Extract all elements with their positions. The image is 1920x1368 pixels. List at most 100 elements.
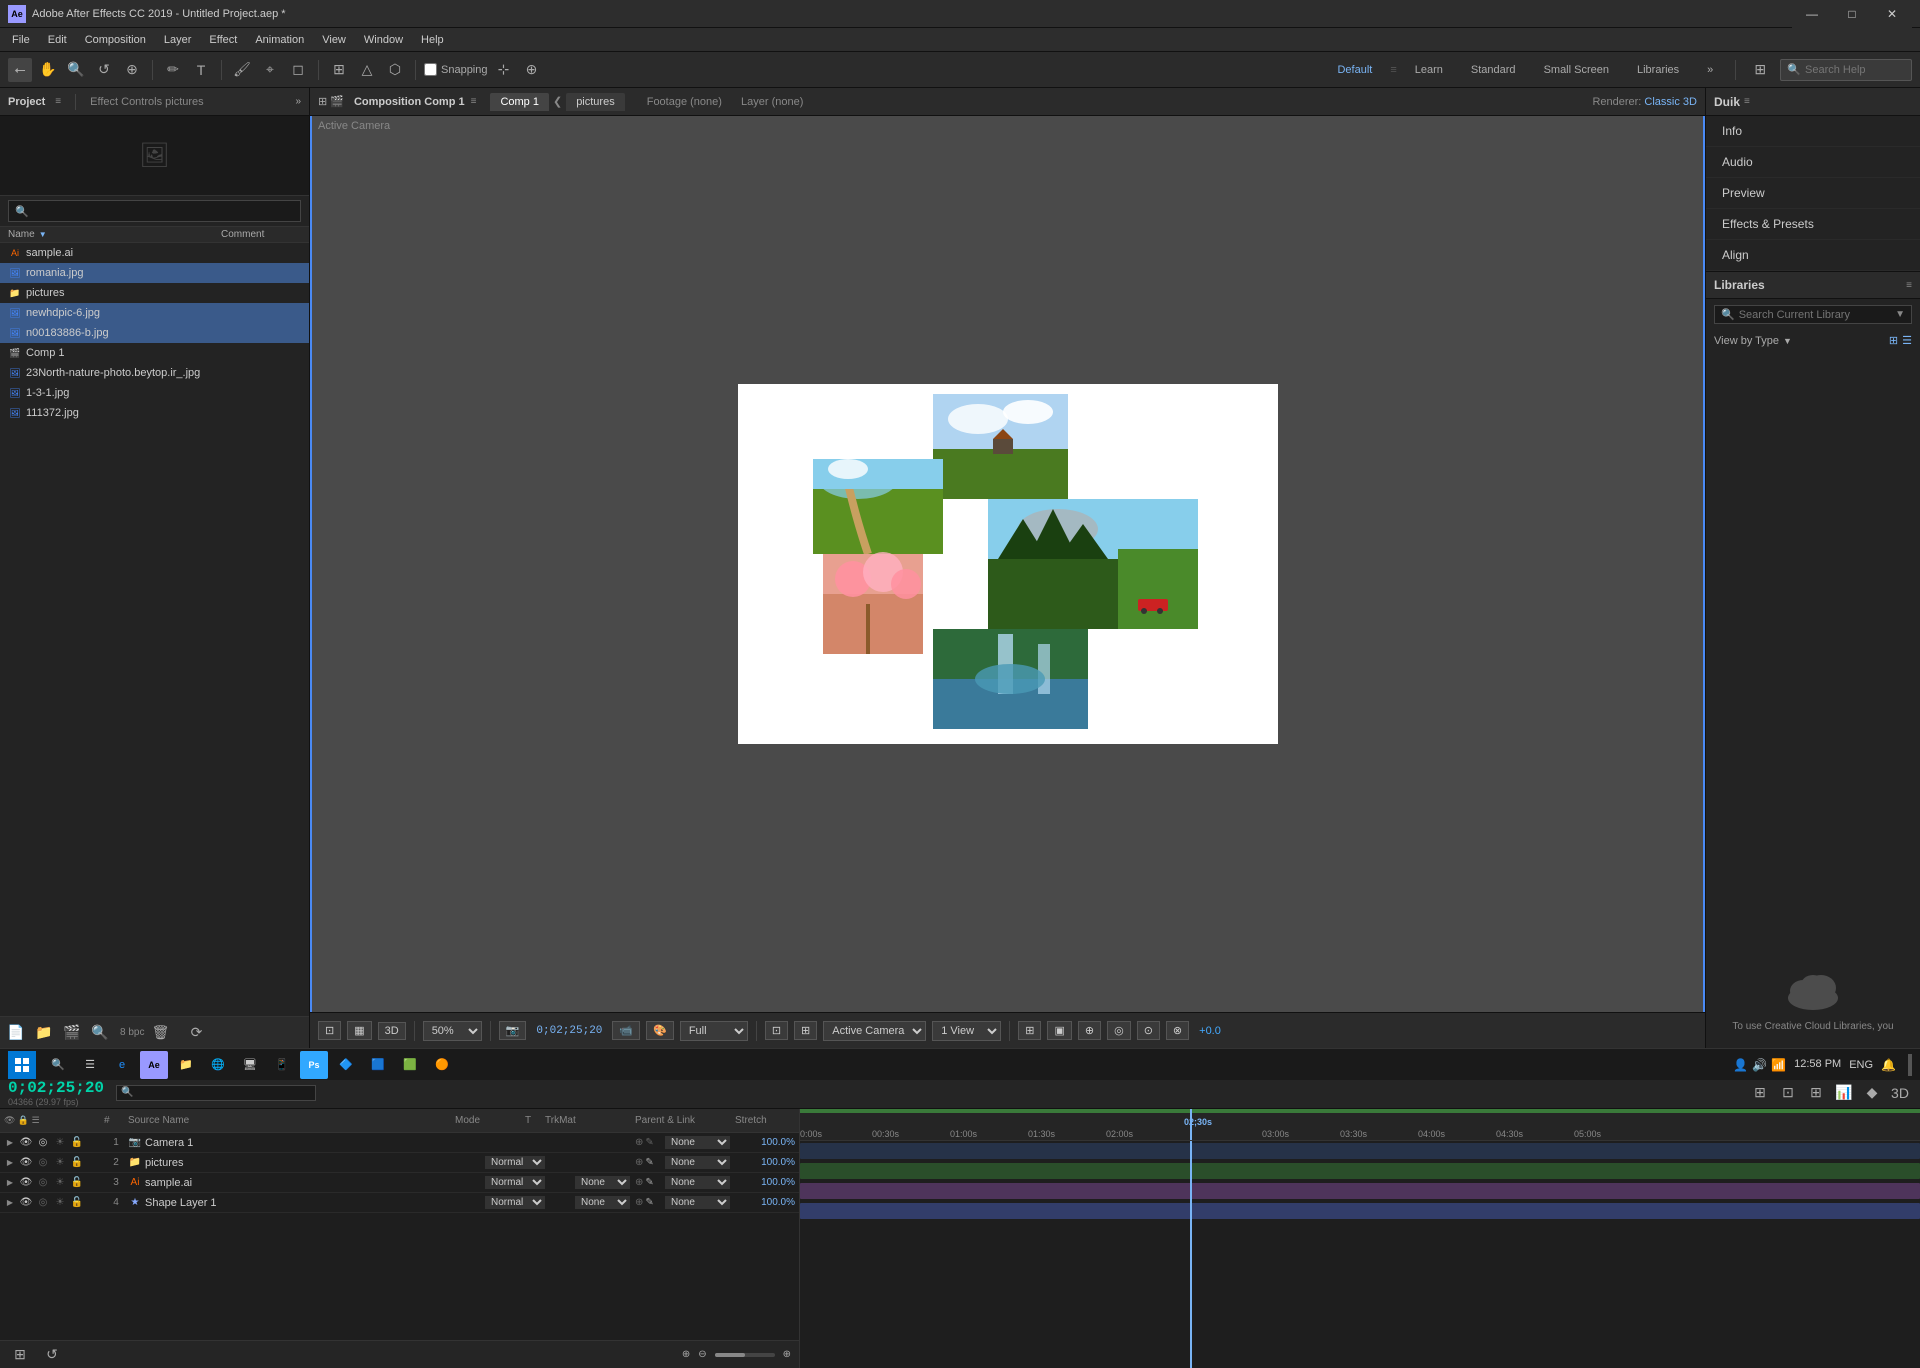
col-name-header[interactable]: Name ▼ xyxy=(8,229,221,240)
layer-3-expand[interactable]: ▶ xyxy=(4,1177,16,1189)
layer-3-edit-icon[interactable]: ✎ xyxy=(645,1177,653,1188)
layer-2-mode[interactable]: Normal xyxy=(485,1156,555,1169)
search-help-input[interactable] xyxy=(1805,64,1905,76)
clock-display[interactable]: 12:58 PM xyxy=(1794,1058,1841,1071)
library-search-input[interactable] xyxy=(1739,309,1891,321)
menu-view[interactable]: View xyxy=(314,32,354,48)
taskbar-chrome[interactable]: 🌐 xyxy=(204,1051,232,1079)
layer-row-4[interactable]: ▶ 👁 ◎ ☀ 🔓 4 ★ Shape Layer 1 Normal xyxy=(0,1193,799,1213)
menu-window[interactable]: Window xyxy=(356,32,411,48)
layer-4-mode[interactable]: Normal xyxy=(485,1196,555,1209)
library-search-dropdown[interactable]: ▼ xyxy=(1895,309,1905,320)
orbit-tool[interactable]: ⊕ xyxy=(120,58,144,82)
comp-tab-pictures[interactable]: pictures xyxy=(566,93,625,111)
file-item-sample-ai[interactable]: Ai sample.ai xyxy=(0,243,309,263)
layer-2-edit-icon[interactable]: ✎ xyxy=(645,1157,653,1168)
layer-3-link-icon[interactable]: ⊕ xyxy=(635,1177,643,1188)
file-item-131[interactable]: 🖼 1-3-1.jpg xyxy=(0,383,309,403)
workspace-libraries[interactable]: Libraries xyxy=(1627,61,1689,79)
tray-wifi[interactable]: 📶 xyxy=(1771,1058,1786,1072)
toggle-guides[interactable]: ⊕ xyxy=(520,58,544,82)
timeline-ruler[interactable]: 0:00s 00:30s 01:00s 01:30s 02:00s 02;30s… xyxy=(800,1109,1920,1141)
layer-3-vis[interactable]: 👁 xyxy=(19,1176,33,1190)
notifications[interactable]: 🔔 xyxy=(1881,1058,1896,1072)
minimize-button[interactable]: — xyxy=(1792,0,1832,28)
comp-f-btn[interactable]: ⊗ xyxy=(1166,1021,1189,1040)
layer-1-expand[interactable]: ▶ xyxy=(4,1137,16,1149)
timeline-loop-btn[interactable]: ↺ xyxy=(40,1343,64,1367)
menu-file[interactable]: File xyxy=(4,32,38,48)
comp-snapshot[interactable]: 📷 xyxy=(499,1021,527,1040)
taskbar-app11[interactable]: 🟠 xyxy=(428,1051,456,1079)
new-item-btn[interactable]: 📄 xyxy=(4,1021,28,1045)
layer-row-1[interactable]: ▶ 👁 ◎ ☀ 🔓 1 📷 Camera 1 ⊕ ✎ xyxy=(0,1133,799,1153)
markers-btn[interactable]: ◆ xyxy=(1860,1081,1884,1105)
brush-tool[interactable]: 🖌 xyxy=(230,58,254,82)
layer-3-trkmat[interactable]: None xyxy=(575,1176,635,1189)
workspace-more[interactable]: » xyxy=(1697,61,1723,79)
project-search-input[interactable] xyxy=(33,203,294,219)
file-item-23north[interactable]: 🖼 23North-nature-photo.beytop.ir_.jpg xyxy=(0,363,309,383)
solo-btn[interactable]: ⊞ xyxy=(1748,1081,1772,1105)
hand-tool[interactable]: ✋ xyxy=(36,58,60,82)
taskbar-ae[interactable]: Ae xyxy=(140,1051,168,1079)
panel-item-info[interactable]: Info xyxy=(1706,116,1920,147)
close-button[interactable]: ✕ xyxy=(1872,0,1912,28)
timeline-tracks-area[interactable] xyxy=(800,1141,1920,1368)
layer-2-vis[interactable]: 👁 xyxy=(19,1156,33,1170)
layer-4-expand[interactable]: ▶ xyxy=(4,1197,16,1209)
taskbar-app10[interactable]: 🟩 xyxy=(396,1051,424,1079)
comp-tab-comp1[interactable]: Comp 1 xyxy=(490,93,549,111)
layer-2-link-icon[interactable]: ⊕ xyxy=(635,1157,643,1168)
panel-item-effects-presets[interactable]: Effects & Presets xyxy=(1706,209,1920,240)
libraries-menu[interactable]: ≡ xyxy=(1906,280,1912,291)
comp-toggle-transparency[interactable]: ▦ xyxy=(347,1021,371,1040)
layer-4-parent[interactable]: None xyxy=(665,1196,735,1209)
workspace-default[interactable]: Default xyxy=(1327,61,1382,79)
layer-4-lock[interactable]: 🔓 xyxy=(70,1196,84,1210)
layer-1-solo[interactable]: ☀ xyxy=(53,1136,67,1150)
ruler-playhead[interactable] xyxy=(1190,1109,1192,1141)
proportional-grid[interactable]: ⊹ xyxy=(492,58,516,82)
comp-camera-btn[interactable]: 📹 xyxy=(612,1021,640,1040)
taskbar-explorer[interactable]: 📁 xyxy=(172,1051,200,1079)
layer-1-audio[interactable]: ◎ xyxy=(36,1136,50,1150)
comp-3d-view[interactable]: 3D xyxy=(378,1022,406,1040)
taskbar-app6[interactable]: 📱 xyxy=(268,1051,296,1079)
menu-layer[interactable]: Layer xyxy=(156,32,200,48)
taskbar-photoshop[interactable]: Ps xyxy=(300,1051,328,1079)
timeline-zoom-out[interactable]: ⊖ xyxy=(698,1349,706,1360)
layer-4-link-icon[interactable]: ⊕ xyxy=(635,1197,643,1208)
file-item-romania[interactable]: 🖼 romania.jpg xyxy=(0,263,309,283)
quality-select[interactable]: Full Half Quarter xyxy=(680,1021,748,1041)
draft-3d-btn[interactable]: 3D xyxy=(1888,1081,1912,1105)
work-area-bar[interactable] xyxy=(800,1109,1920,1113)
layer-4-trkmat[interactable]: None xyxy=(575,1196,635,1209)
layer-3-lock[interactable]: 🔓 xyxy=(70,1176,84,1190)
comp-c-btn[interactable]: ⊕ xyxy=(1078,1021,1101,1040)
new-folder-btn[interactable]: 📁 xyxy=(32,1021,56,1045)
interpret-footage-btn[interactable]: ⟳ xyxy=(184,1021,208,1045)
taskbar-ie[interactable]: e xyxy=(108,1051,136,1079)
workspace-learn[interactable]: Learn xyxy=(1405,61,1453,79)
menu-edit[interactable]: Edit xyxy=(40,32,75,48)
clone-tool[interactable]: ⌖ xyxy=(258,58,282,82)
snapping-checkbox[interactable] xyxy=(424,63,437,76)
layer-1-edit-icon[interactable]: ✎ xyxy=(645,1137,653,1148)
menu-effect[interactable]: Effect xyxy=(201,32,245,48)
file-item-newhdpic[interactable]: 🖼 newhdpic-6.jpg xyxy=(0,303,309,323)
layer-1-lock[interactable]: 🔓 xyxy=(70,1136,84,1150)
graph-editor-btn[interactable]: 📊 xyxy=(1832,1081,1856,1105)
project-panel-menu-icon[interactable]: ≡ xyxy=(55,96,61,107)
workspace-standard[interactable]: Standard xyxy=(1461,61,1526,79)
file-item-n00183886[interactable]: 🖼 n00183886-b.jpg xyxy=(0,323,309,343)
file-item-pictures[interactable]: 📁 pictures xyxy=(0,283,309,303)
find-btn[interactable]: 🔍 xyxy=(88,1021,112,1045)
roto-tool[interactable]: ⬡ xyxy=(383,58,407,82)
menu-composition[interactable]: Composition xyxy=(77,32,154,48)
layer-2-parent[interactable]: None xyxy=(665,1156,735,1169)
layer-2-audio[interactable]: ◎ xyxy=(36,1156,50,1170)
layer-2-expand[interactable]: ▶ xyxy=(4,1157,16,1169)
maximize-button[interactable]: □ xyxy=(1832,0,1872,28)
timeline-playback-settings[interactable]: ⊞ xyxy=(8,1343,32,1367)
